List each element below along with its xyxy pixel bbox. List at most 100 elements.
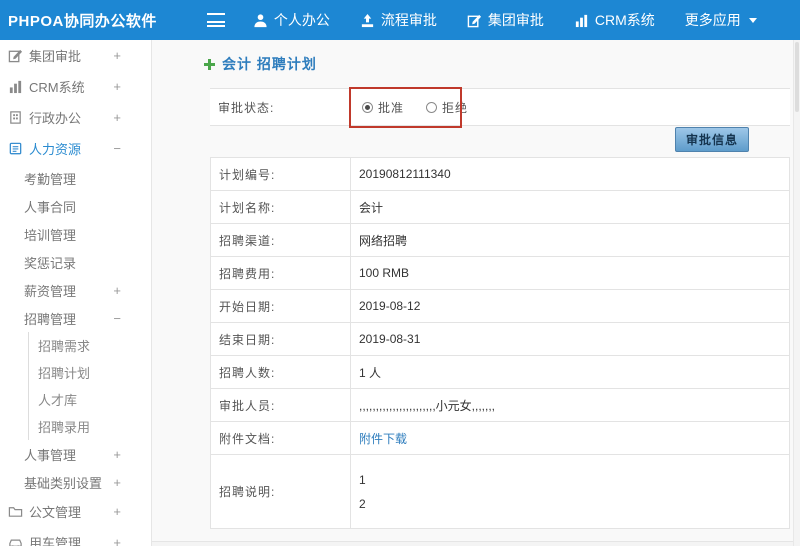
approval-info-button[interactable]: 审批信息	[675, 127, 750, 152]
sidebar-item-label: 招聘需求	[38, 339, 91, 354]
sidebar-item-label: 公文管理	[29, 505, 82, 520]
field-value: 会计	[350, 190, 790, 224]
field-value: ,,,,,,,,,,,,,,,,,,,,,,,小元女,,,,,,,	[350, 388, 790, 422]
field-label: 招聘费用:	[210, 256, 351, 290]
sidebar-item-label: 招聘录用	[38, 420, 91, 435]
caret-down-icon	[748, 17, 757, 23]
table-row: 招聘说明: 1 2	[210, 454, 790, 529]
expand-icon[interactable]: +	[113, 48, 121, 63]
expand-icon[interactable]: +	[113, 110, 121, 125]
field-value: 1 2	[350, 454, 790, 529]
nav-more-apps[interactable]: 更多应用	[685, 10, 757, 30]
table-row: 结束日期: 2019-08-31	[210, 322, 790, 356]
nav-label: 更多应用	[684, 12, 741, 28]
field-label: 计划编号:	[210, 157, 351, 191]
sidebar-item-label: 用车管理	[29, 536, 82, 546]
radio-label: 批准	[378, 100, 405, 115]
field-label: 招聘渠道:	[210, 223, 351, 257]
recruitment-submenu: 招聘需求 招聘计划 人才库 招聘录用	[28, 332, 151, 440]
sidebar-item-label: 考勤管理	[24, 171, 77, 187]
attachment-download-link[interactable]: 附件下载	[359, 432, 407, 446]
sidebar-item-label: 人力资源	[29, 142, 82, 157]
sidebar-item-recruit-demand[interactable]: 招聘需求	[29, 332, 151, 359]
chart-icon	[574, 13, 589, 28]
nav-label: 个人办公	[273, 12, 330, 28]
app-title: PHPOA协同办公软件	[8, 12, 157, 30]
edit-icon	[467, 13, 482, 28]
topbar: PHPOA协同办公软件 个人办公 流程审批 集团审批 CRM系统 更多应用	[0, 0, 800, 40]
table-row: 计划编号: 20190812111340	[210, 157, 790, 191]
nav-crm[interactable]: CRM系统	[574, 10, 655, 30]
sidebar-item-talent-pool[interactable]: 人才库	[29, 386, 151, 413]
sidebar-item-recruitment[interactable]: 招聘管理 −	[0, 304, 151, 332]
sidebar-item-label: 薪资管理	[24, 283, 77, 299]
sidebar-item-label: 人才库	[38, 393, 78, 408]
field-label: 计划名称:	[210, 190, 351, 224]
expand-icon[interactable]: +	[113, 283, 121, 298]
sidebar-item-recruit-hire[interactable]: 招聘录用	[29, 413, 151, 440]
top-navigation: 个人办公 流程审批 集团审批 CRM系统 更多应用	[253, 10, 757, 30]
field-value: 1 人	[350, 355, 790, 389]
radio-button-reject[interactable]	[426, 101, 438, 113]
field-label: 开始日期:	[210, 289, 351, 323]
radio-option-reject[interactable]: 拒绝	[426, 99, 468, 116]
vertical-scrollbar-thumb[interactable]	[795, 42, 799, 112]
radio-button-approve[interactable]	[362, 101, 373, 113]
field-value: 附件下载	[350, 421, 790, 455]
table-row: 计划名称: 会计	[210, 190, 790, 224]
sidebar-item-recruit-plan[interactable]: 招聘计划	[29, 359, 151, 386]
table-row: 开始日期: 2019-08-12	[210, 289, 790, 323]
radio-option-approve[interactable]: 批准	[362, 99, 404, 116]
expand-icon[interactable]: +	[113, 447, 121, 462]
sidebar-item-salary[interactable]: 薪资管理 +	[0, 276, 151, 304]
sidebar-item-hr[interactable]: 人力资源 −	[0, 133, 151, 164]
sidebar-item-label: 行政办公	[29, 111, 82, 126]
collapse-icon[interactable]: −	[113, 311, 121, 326]
expand-icon[interactable]: +	[113, 535, 121, 546]
table-row: 审批人员: ,,,,,,,,,,,,,,,,,,,,,,,小元女,,,,,,,	[210, 388, 790, 422]
sidebar-item-vehicle[interactable]: 用车管理 +	[0, 527, 151, 546]
nav-label: 流程审批	[380, 12, 437, 28]
nav-label: CRM系统	[594, 12, 655, 28]
field-label: 结束日期:	[210, 322, 351, 356]
approval-status-options: 批准 拒绝	[350, 89, 790, 125]
car-icon	[8, 535, 23, 546]
sidebar-item-group-approval[interactable]: 集团审批 +	[0, 40, 151, 71]
book-icon	[8, 141, 23, 156]
sidebar-item-label: 人事管理	[24, 447, 77, 463]
expand-icon[interactable]: +	[113, 504, 121, 519]
nav-group-approval[interactable]: 集团审批	[467, 10, 544, 30]
person-icon	[253, 13, 268, 28]
sidebar-item-attendance[interactable]: 考勤管理	[0, 164, 151, 192]
sidebar-item-base-category[interactable]: 基础类别设置 +	[0, 468, 151, 496]
expand-icon[interactable]: +	[113, 475, 121, 490]
approval-status-label: 审批状态:	[210, 89, 350, 125]
sidebar-item-personnel[interactable]: 人事管理 +	[0, 440, 151, 468]
sidebar-item-rewards[interactable]: 奖惩记录	[0, 248, 151, 276]
sidebar-item-label: 奖惩记录	[24, 255, 77, 271]
sidebar-item-training[interactable]: 培训管理	[0, 220, 151, 248]
radio-label: 拒绝	[442, 100, 469, 115]
sidebar-item-label: 基础类别设置	[24, 475, 103, 491]
nav-label: 集团审批	[487, 12, 544, 28]
hamburger-menu-icon[interactable]	[206, 13, 225, 27]
nav-personal-office[interactable]: 个人办公	[253, 10, 330, 30]
field-value: 20190812111340	[350, 157, 790, 191]
nav-process-approval[interactable]: 流程审批	[360, 10, 437, 30]
horizontal-scrollbar[interactable]	[152, 541, 793, 546]
sidebar-item-label: 招聘管理	[24, 311, 77, 327]
table-row: 招聘渠道: 网络招聘	[210, 223, 790, 257]
page-title: 会计 招聘计划	[222, 56, 317, 72]
sidebar-item-hr-contract[interactable]: 人事合同	[0, 192, 151, 220]
vertical-scrollbar[interactable]	[793, 40, 800, 546]
sidebar-item-document[interactable]: 公文管理 +	[0, 496, 151, 527]
sidebar-item-crm[interactable]: CRM系统 +	[0, 71, 151, 102]
sidebar-item-admin-office[interactable]: 行政办公 +	[0, 102, 151, 133]
collapse-icon[interactable]: −	[113, 141, 121, 156]
sidebar-item-label: 人事合同	[24, 199, 77, 215]
plus-icon	[203, 58, 216, 71]
edit-icon	[8, 48, 23, 63]
field-label: 附件文档:	[210, 421, 351, 455]
sidebar-item-label: 培训管理	[24, 227, 77, 243]
expand-icon[interactable]: +	[113, 79, 121, 94]
